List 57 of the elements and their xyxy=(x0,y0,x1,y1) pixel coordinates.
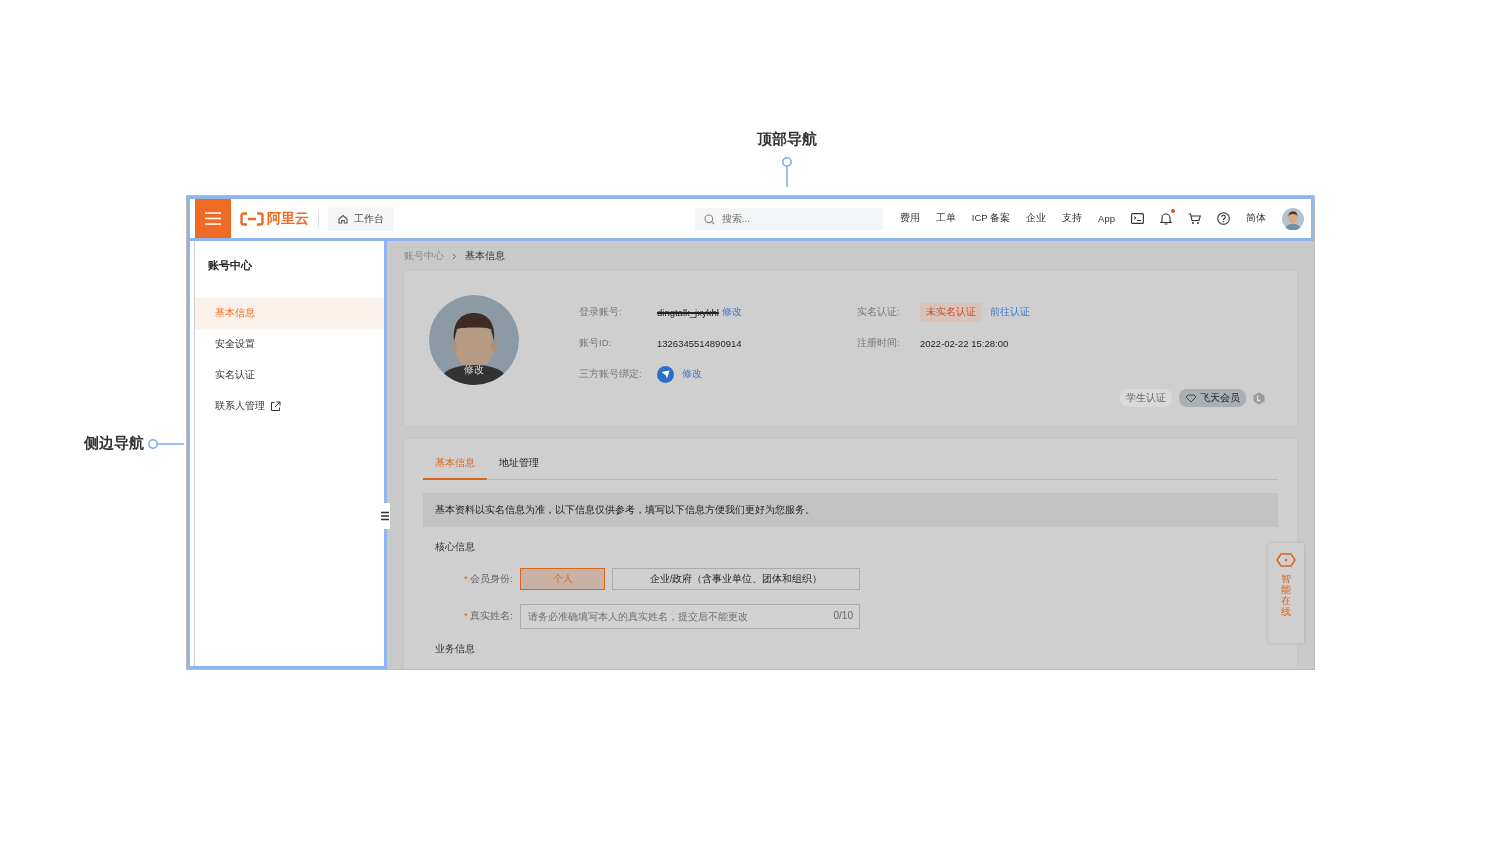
field-label: 注册时间: xyxy=(857,337,901,350)
field-label: 实名认证: xyxy=(857,306,901,319)
status-tag: 未实名认证 xyxy=(920,303,982,322)
annotation-label: 顶部导航 xyxy=(757,130,817,149)
collapse-icon xyxy=(380,511,389,521)
student-badge[interactable]: 学生认证 xyxy=(1120,389,1172,407)
nav-link[interactable]: ICP 备案 xyxy=(971,212,1011,225)
field-label: 账号ID: xyxy=(579,337,613,350)
bell-icon[interactable] xyxy=(1160,212,1172,225)
field-label: 三方账号绑定: xyxy=(579,368,643,381)
member-badge[interactable]: 飞天会员 xyxy=(1179,389,1246,407)
cart-icon[interactable] xyxy=(1188,212,1201,225)
sidebar-item[interactable]: 安全设置 xyxy=(195,329,384,360)
level-icon xyxy=(1253,391,1265,405)
search-icon xyxy=(703,213,715,225)
section-title: 核心信息 xyxy=(435,541,476,554)
avatar-edit-label[interactable]: 修改 xyxy=(429,364,519,377)
chevron-icon xyxy=(452,252,457,260)
search-field[interactable]: 搜索... xyxy=(694,207,883,230)
language-link[interactable]: 简体 xyxy=(1246,212,1266,225)
user-avatar[interactable] xyxy=(1282,207,1304,230)
option-button[interactable]: 企业/政府（含事业单位、团体和组织） xyxy=(612,568,860,590)
annotation-label: 侧边导航 xyxy=(84,434,144,453)
nav-link[interactable]: App xyxy=(1098,213,1115,224)
nav-link[interactable]: 费用 xyxy=(899,212,920,225)
external-link-icon xyxy=(270,401,281,412)
nav-link[interactable]: 企业 xyxy=(1026,212,1047,225)
notice-banner: 基本资料以实名信息为准，以下信息仅供参考，填写以下信息方便我们更好为您服务。 xyxy=(423,493,1278,527)
field-value: 2022-02-22 15:28:00 xyxy=(920,338,1009,349)
breadcrumb-current: 基本信息 xyxy=(465,249,505,263)
menu-icon xyxy=(205,212,221,225)
hexagon-icon xyxy=(1276,553,1296,567)
leader-line xyxy=(781,157,793,187)
section-title: 业务信息 xyxy=(435,643,476,656)
sidebar-item[interactable]: 实名认证 xyxy=(195,360,384,391)
nav-link[interactable]: 工单 xyxy=(935,212,956,225)
field-label: 登录账号: xyxy=(579,306,623,319)
diamond-icon xyxy=(1185,393,1197,403)
form-label: * 真实姓名: xyxy=(463,610,513,623)
sidebar-item[interactable]: 联系人管理 xyxy=(195,391,384,422)
field-value: 1326345514890914 xyxy=(657,338,742,349)
form-label: * 会员身份: xyxy=(463,572,513,586)
collapse-handle[interactable] xyxy=(379,503,390,529)
tab[interactable]: 地址管理 xyxy=(487,451,551,479)
binding-icon xyxy=(657,366,674,383)
terminal-icon[interactable] xyxy=(1131,213,1144,224)
logo-icon xyxy=(240,211,264,226)
home-icon xyxy=(338,213,348,224)
leader-line xyxy=(148,437,184,450)
sidebar-title: 账号中心 xyxy=(207,258,253,273)
nav-link[interactable]: 支持 xyxy=(1062,212,1083,225)
help-icon[interactable] xyxy=(1217,212,1230,225)
workbench-button[interactable]: 工作台 xyxy=(328,206,394,231)
character-counter: 0/10 xyxy=(833,610,853,621)
logo-text: 阿里云 xyxy=(267,209,309,228)
profile-avatar[interactable]: 修改 xyxy=(429,295,519,385)
field-value: dingtalk_jxykhl xyxy=(657,307,719,318)
